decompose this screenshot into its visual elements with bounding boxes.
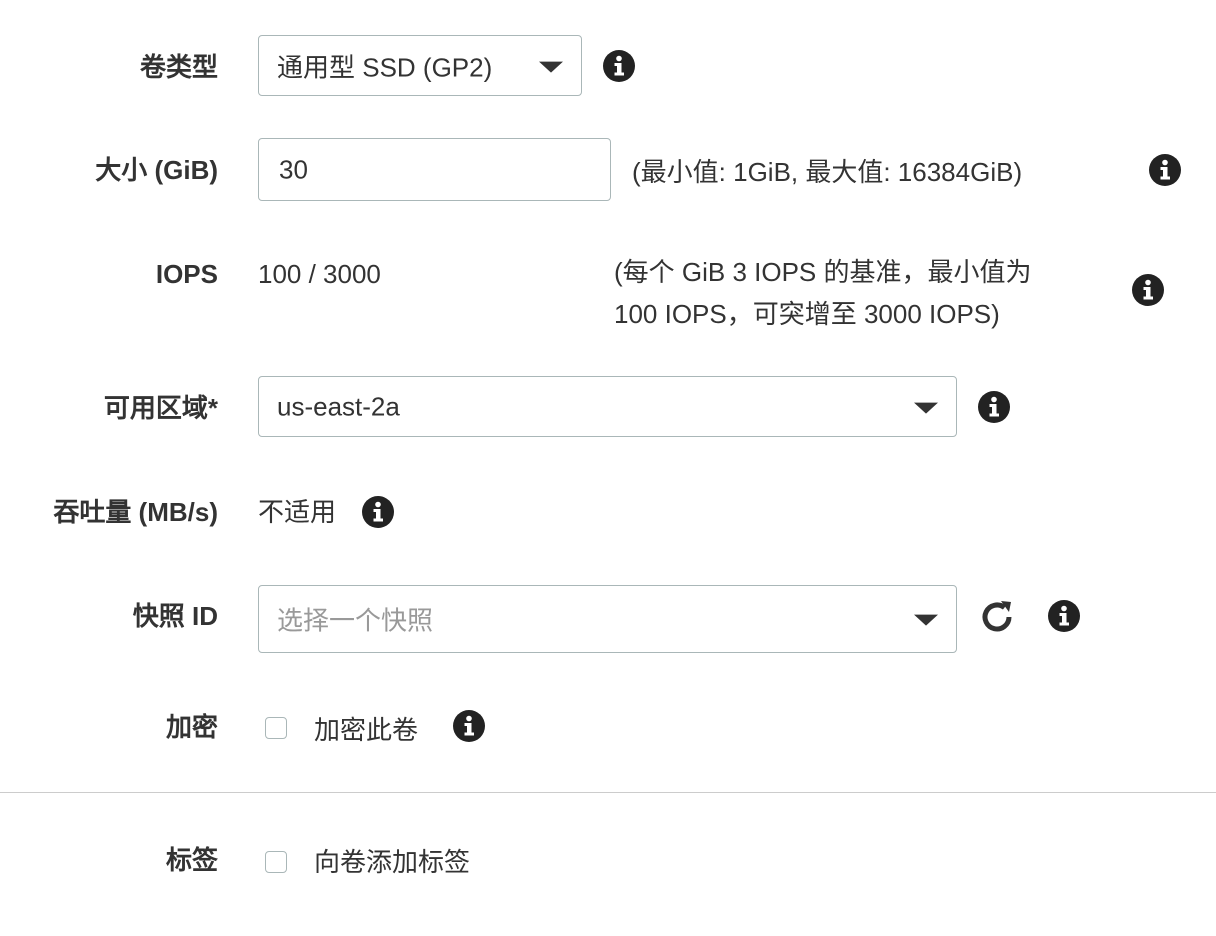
snapshot-placeholder: 选择一个快照	[277, 605, 434, 636]
volume-type-select[interactable]: 通用型 SSD (GP2)	[258, 35, 582, 96]
encrypt-volume-checkbox[interactable]	[265, 717, 287, 739]
volume-type-label: 卷类型	[139, 52, 218, 82]
tags-label: 标签	[165, 845, 218, 875]
throughput-value: 不适用	[258, 497, 337, 527]
caret-down-icon	[539, 61, 563, 73]
add-tags-label[interactable]: 向卷添加标签	[314, 847, 470, 877]
iops-value: 100 / 3000	[258, 259, 381, 289]
caret-down-icon	[914, 614, 938, 626]
info-icon[interactable]	[361, 495, 395, 529]
iops-label: IOPS	[155, 259, 218, 289]
availability-zone-value: us-east-2a	[277, 391, 400, 421]
iops-hint-line1: (每个 GiB 3 IOPS 的基准，最小值为	[614, 257, 1032, 287]
refresh-icon[interactable]	[978, 598, 1016, 636]
size-input[interactable]: 30	[258, 138, 611, 201]
throughput-label: 吞吐量 (MB/s)	[53, 497, 218, 527]
section-divider	[0, 792, 1216, 793]
caret-down-icon	[914, 402, 938, 414]
encryption-label: 加密	[165, 712, 218, 742]
info-icon[interactable]	[977, 390, 1011, 424]
size-label: 大小 (GiB)	[95, 155, 218, 185]
size-hint: (最小值: 1GiB, 最大值: 16384GiB)	[632, 157, 1023, 187]
availability-zone-label: 可用区域*	[103, 393, 218, 423]
encrypt-volume-label[interactable]: 加密此卷	[314, 715, 418, 745]
add-tags-checkbox[interactable]	[265, 851, 287, 873]
snapshot-select[interactable]: 选择一个快照	[258, 585, 957, 653]
snapshot-label: 快照 ID	[132, 601, 218, 631]
volume-type-value: 通用型 SSD (GP2)	[277, 52, 493, 82]
info-icon[interactable]	[602, 49, 636, 83]
info-icon[interactable]	[452, 709, 486, 743]
size-value: 30	[279, 154, 308, 184]
info-icon[interactable]	[1047, 599, 1081, 633]
availability-zone-select[interactable]: us-east-2a	[258, 376, 957, 437]
info-icon[interactable]	[1131, 273, 1165, 307]
iops-hint-line2: 100 IOPS，可突增至 3000 IOPS)	[614, 299, 1000, 329]
info-icon[interactable]	[1148, 153, 1182, 187]
